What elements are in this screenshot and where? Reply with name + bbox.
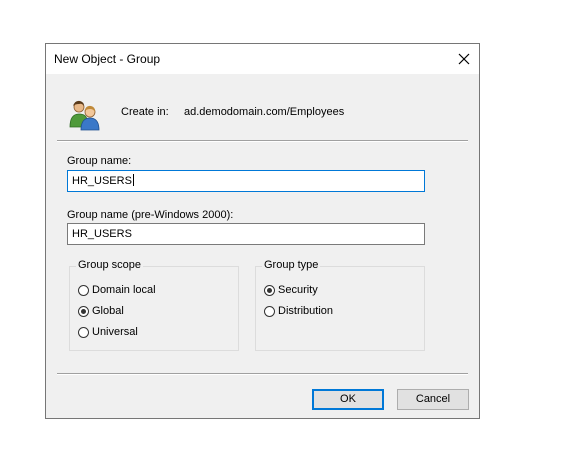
- radio-label: Domain local: [92, 284, 156, 296]
- group-type-box: Group type Security Distribution: [255, 259, 425, 351]
- text-caret: [132, 174, 134, 186]
- radio-security[interactable]: Security: [264, 284, 318, 296]
- radio-button-icon: [78, 284, 89, 296]
- footer-separator: [57, 373, 468, 375]
- group-type-title: Group type: [262, 259, 321, 271]
- pre2000-name-label: Group name (pre-Windows 2000):: [67, 209, 234, 221]
- pre2000-name-value: HR_USERS: [72, 228, 132, 240]
- close-icon: [458, 53, 470, 65]
- create-in-value: ad.demodomain.com/Employees: [184, 106, 345, 118]
- group-scope-box: Group scope Domain local Global Universa…: [69, 259, 239, 351]
- ok-button[interactable]: OK: [312, 389, 384, 410]
- radio-domain-local[interactable]: Domain local: [78, 284, 156, 296]
- group-name-input[interactable]: HR_USERS: [67, 170, 425, 192]
- users-icon: [69, 100, 100, 131]
- radio-button-checked-icon: [264, 284, 275, 296]
- group-scope-title: Group scope: [76, 259, 143, 271]
- radio-distribution[interactable]: Distribution: [264, 305, 333, 317]
- pre2000-name-input[interactable]: HR_USERS: [67, 223, 425, 245]
- cancel-button[interactable]: Cancel: [397, 389, 469, 410]
- create-in-label: Create in:: [121, 106, 169, 118]
- radio-global[interactable]: Global: [78, 305, 124, 317]
- group-name-label: Group name:: [67, 155, 132, 167]
- header-separator: [57, 140, 468, 142]
- radio-label: Distribution: [278, 305, 334, 317]
- radio-label: Security: [278, 284, 318, 296]
- radio-label: Universal: [92, 326, 138, 338]
- radio-button-checked-icon: [78, 305, 89, 317]
- radio-button-icon: [264, 305, 275, 317]
- title-bar[interactable]: New Object - Group: [46, 44, 479, 74]
- group-name-value: HR_USERS: [72, 175, 132, 187]
- dialog-title: New Object - Group: [54, 52, 161, 66]
- close-button[interactable]: [449, 44, 479, 74]
- new-object-group-dialog: New Object - Group Create in: ad.demodom…: [45, 43, 480, 419]
- radio-universal[interactable]: Universal: [78, 326, 138, 338]
- radio-label: Global: [92, 305, 124, 317]
- radio-button-icon: [78, 326, 89, 338]
